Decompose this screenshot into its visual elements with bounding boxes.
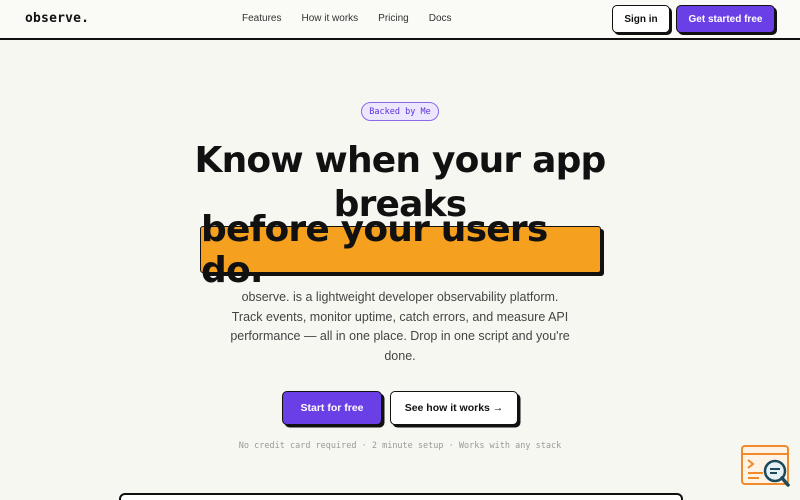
- hero-description: observe. is a lightweight developer obse…: [230, 290, 570, 363]
- nav-link-features[interactable]: Features: [242, 13, 281, 24]
- logo[interactable]: observe.: [25, 11, 89, 26]
- hero-title-line1: Know when your app: [194, 140, 606, 181]
- nav-link-pricing[interactable]: Pricing: [378, 13, 409, 24]
- start-free-button[interactable]: Start for free: [282, 391, 382, 425]
- search-code-icon[interactable]: [741, 445, 791, 489]
- hero-subtext: No credit card required · 2 minute setup…: [238, 441, 562, 451]
- backed-badge: Backed by Me: [361, 102, 439, 121]
- preview-card: [119, 493, 683, 500]
- get-started-button[interactable]: Get started free: [676, 5, 775, 33]
- sign-in-button[interactable]: Sign in: [612, 5, 670, 33]
- hero-highlight: before your users do.: [200, 209, 601, 291]
- top-nav: observe. Features How it works Pricing D…: [0, 0, 800, 40]
- nav-links: Features How it works Pricing Docs: [242, 13, 472, 24]
- nav-link-how-it-works[interactable]: How it works: [301, 13, 358, 24]
- see-how-button[interactable]: See how it works →: [390, 391, 518, 425]
- nav-link-docs[interactable]: Docs: [429, 13, 452, 24]
